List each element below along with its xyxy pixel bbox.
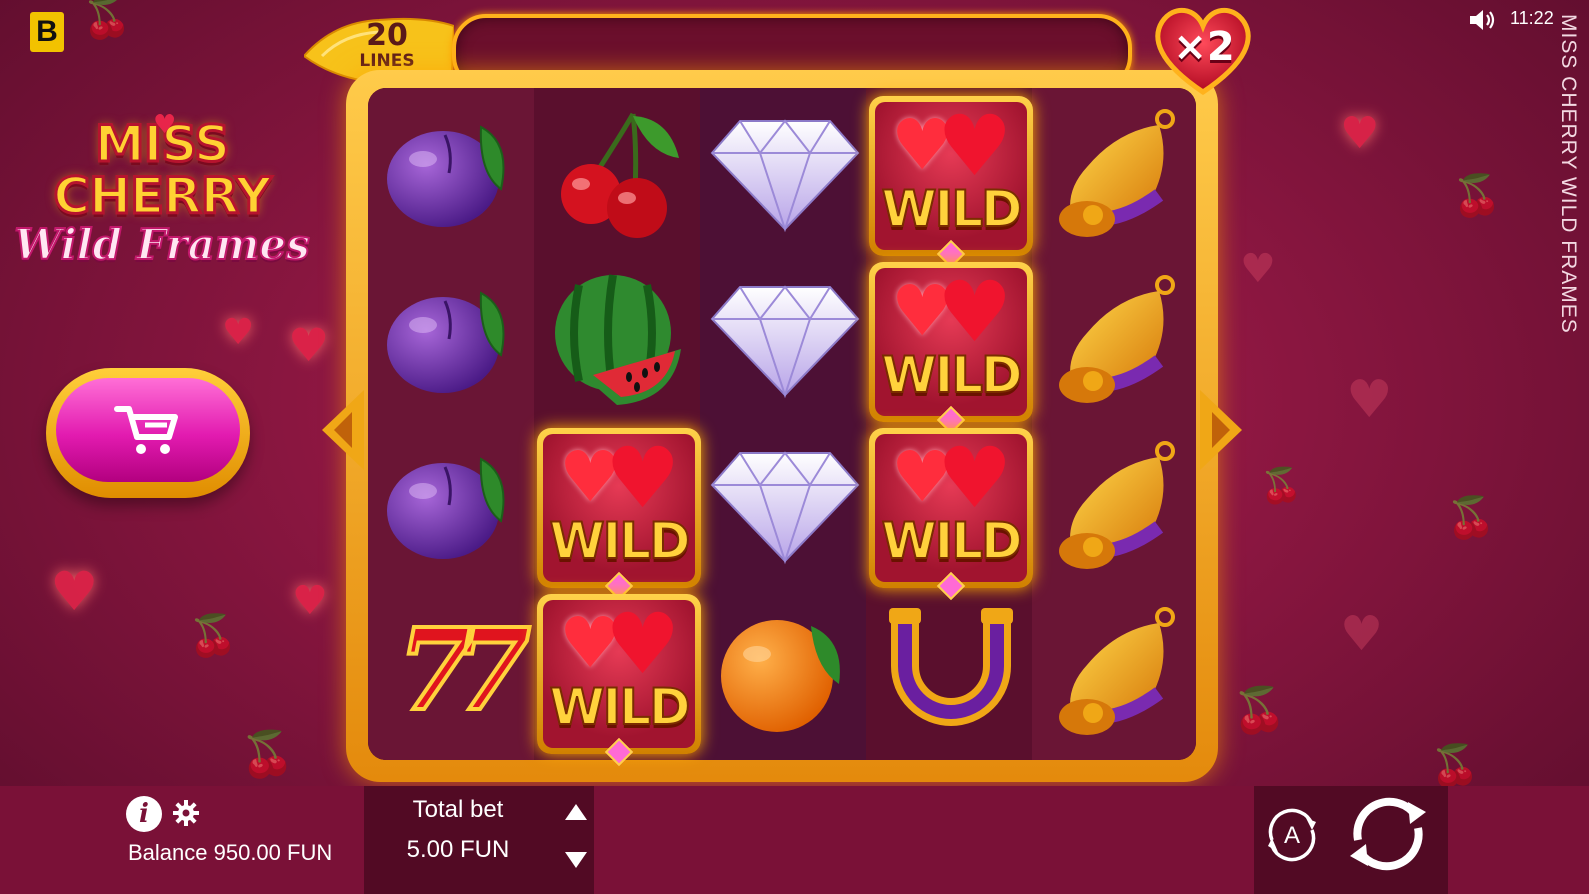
wild-label: WILD xyxy=(548,511,691,571)
reel-right-arrow-icon xyxy=(1200,390,1242,470)
plum-symbol xyxy=(378,430,528,580)
multiplier-value: ×2 xyxy=(1173,24,1235,70)
heart-icon: ♥ xyxy=(50,560,99,623)
plum-symbol xyxy=(378,98,528,248)
plum-icon xyxy=(387,291,505,393)
heart-icon: ♥ xyxy=(937,434,1013,527)
wild-label: WILD xyxy=(548,677,691,737)
clock: 11:22 xyxy=(1510,8,1554,28)
wild-symbol: ♥ ♥ WILD xyxy=(869,262,1033,435)
cherry-icon: 🍒 xyxy=(1260,466,1303,506)
logo-line-2: CHERRY xyxy=(52,167,273,225)
diamond-symbol xyxy=(710,264,860,414)
bell-symbol xyxy=(1042,430,1192,580)
wild-label: WILD xyxy=(880,179,1023,239)
game-logo: ♥ MISS CHERRY Wild Frames xyxy=(12,110,312,269)
diamond-icon xyxy=(710,451,860,565)
plum-symbol xyxy=(378,264,528,414)
bet-increase-button[interactable] xyxy=(563,800,589,824)
balance: Balance 950.00 FUN xyxy=(128,840,333,865)
heart-icon: ♥ xyxy=(605,434,681,527)
horseshoe-icon xyxy=(889,608,1013,726)
diamond-symbol xyxy=(710,98,860,248)
heart-icon: ♥ xyxy=(292,578,328,624)
seven-symbol: 77 xyxy=(378,596,533,746)
watermelon-icon xyxy=(555,274,681,405)
bell-icon xyxy=(1059,441,1175,569)
diamond-symbol xyxy=(710,430,860,580)
cherry-icon: 🍒 xyxy=(240,729,295,780)
autoplay-label: A xyxy=(1284,822,1300,849)
bell-icon xyxy=(1059,109,1175,237)
total-bet-label: Total bet xyxy=(412,796,504,823)
sound-icon[interactable] xyxy=(1468,9,1496,31)
reel-left-arrow-icon xyxy=(322,390,364,470)
lines-count: 20 xyxy=(366,18,408,53)
game-title-vertical: MISS CHERRY WILD FRAMES xyxy=(1557,14,1580,334)
brand-letter: B xyxy=(36,15,58,48)
bell-symbol xyxy=(1042,98,1192,248)
wild-symbol: ♥ ♥ WILD xyxy=(537,428,701,601)
cherry-icon: 🍒 xyxy=(1446,495,1496,541)
plum-icon xyxy=(387,125,505,227)
orange-symbol xyxy=(710,596,860,746)
cherry-icon: 🍒 xyxy=(1232,685,1287,736)
bell-icon xyxy=(1059,275,1175,403)
gear-icon[interactable] xyxy=(173,800,199,826)
wild-label: WILD xyxy=(880,511,1023,571)
heart-icon: ♥ xyxy=(605,600,681,693)
cart-icon xyxy=(114,406,178,454)
spin-button[interactable] xyxy=(1344,790,1432,878)
buy-feature-button[interactable] xyxy=(46,368,250,498)
bet-decrease-button[interactable] xyxy=(563,848,589,872)
heart-icon: ♥ xyxy=(288,318,330,372)
wild-symbol: ♥ ♥ WILD xyxy=(869,96,1033,269)
heart-icon: ♥ xyxy=(222,312,255,353)
heart-icon: ♥ xyxy=(937,268,1013,361)
diamond-icon xyxy=(710,119,860,233)
cherry-icon xyxy=(561,112,679,238)
cherry-icon: 🍒 xyxy=(1430,743,1480,789)
orange-icon xyxy=(721,620,840,732)
spin-icon xyxy=(1350,797,1426,871)
heart-icon: ♥ xyxy=(153,110,177,140)
wild-symbol: ♥ ♥ WILD xyxy=(537,594,701,767)
cherry-icon: 🍒 xyxy=(82,0,132,41)
seven-label: 77 xyxy=(395,605,533,736)
cherry-icon: 🍒 xyxy=(1452,173,1502,219)
bell-icon xyxy=(1059,607,1175,735)
heart-icon: ♥ xyxy=(1340,108,1380,159)
plum-icon xyxy=(387,457,505,559)
bell-symbol xyxy=(1042,264,1192,414)
horseshoe-symbol xyxy=(876,596,1026,746)
diamond-icon xyxy=(710,285,860,399)
autoplay-icon: A xyxy=(1268,808,1316,862)
wild-label: WILD xyxy=(880,345,1023,405)
brand-logo: B xyxy=(30,12,64,52)
autoplay-button[interactable]: A xyxy=(1262,804,1322,864)
lines-label: LINES xyxy=(359,51,415,71)
total-bet-value: 5.00 FUN xyxy=(406,836,510,863)
watermelon-symbol xyxy=(544,264,694,414)
heart-icon: ♥ xyxy=(937,102,1013,195)
wild-symbol: ♥ ♥ WILD xyxy=(869,428,1033,601)
heart-icon: ♥ xyxy=(1346,370,1393,430)
logo-line-3: Wild Frames xyxy=(13,220,311,269)
cherry-icon: 🍒 xyxy=(188,613,238,659)
heart-icon: ♥ xyxy=(1340,606,1384,662)
cherry-symbol xyxy=(544,98,694,248)
bell-symbol xyxy=(1042,596,1192,746)
heart-icon: ♥ xyxy=(1240,246,1276,292)
info-icon[interactable]: i xyxy=(126,796,162,832)
